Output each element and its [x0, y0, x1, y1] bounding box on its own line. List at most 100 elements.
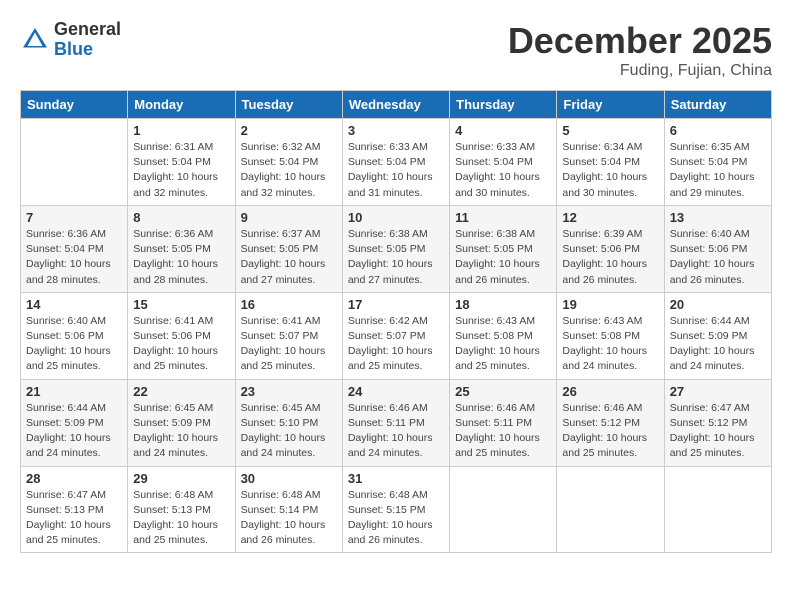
header-day-friday: Friday	[557, 91, 664, 119]
day-info: Sunrise: 6:41 AM Sunset: 5:07 PM Dayligh…	[241, 314, 337, 375]
logo-icon	[20, 25, 50, 55]
month-title: December 2025	[508, 20, 772, 62]
day-info: Sunrise: 6:45 AM Sunset: 5:10 PM Dayligh…	[241, 401, 337, 462]
logo-text: General Blue	[54, 20, 121, 60]
day-info: Sunrise: 6:35 AM Sunset: 5:04 PM Dayligh…	[670, 140, 766, 201]
day-number: 2	[241, 123, 337, 138]
calendar-header: SundayMondayTuesdayWednesdayThursdayFrid…	[21, 91, 772, 119]
day-info: Sunrise: 6:42 AM Sunset: 5:07 PM Dayligh…	[348, 314, 444, 375]
day-number: 30	[241, 471, 337, 486]
calendar-cell: 24 Sunrise: 6:46 AM Sunset: 5:11 PM Dayli…	[342, 379, 449, 466]
day-number: 15	[133, 297, 229, 312]
calendar-cell	[664, 466, 771, 553]
day-number: 28	[26, 471, 122, 486]
calendar-table: SundayMondayTuesdayWednesdayThursdayFrid…	[20, 90, 772, 553]
day-number: 31	[348, 471, 444, 486]
day-number: 25	[455, 384, 551, 399]
day-info: Sunrise: 6:44 AM Sunset: 5:09 PM Dayligh…	[670, 314, 766, 375]
day-info: Sunrise: 6:47 AM Sunset: 5:12 PM Dayligh…	[670, 401, 766, 462]
calendar-cell: 19 Sunrise: 6:43 AM Sunset: 5:08 PM Dayli…	[557, 292, 664, 379]
calendar-cell: 15 Sunrise: 6:41 AM Sunset: 5:06 PM Dayli…	[128, 292, 235, 379]
day-info: Sunrise: 6:43 AM Sunset: 5:08 PM Dayligh…	[562, 314, 658, 375]
calendar-cell	[557, 466, 664, 553]
day-info: Sunrise: 6:38 AM Sunset: 5:05 PM Dayligh…	[348, 227, 444, 288]
day-info: Sunrise: 6:43 AM Sunset: 5:08 PM Dayligh…	[455, 314, 551, 375]
calendar-cell: 8Sunrise: 6:36 AM Sunset: 5:05 PM Daylig…	[128, 205, 235, 292]
calendar-cell: 6 Sunrise: 6:35 AM Sunset: 5:04 PM Daylig…	[664, 119, 771, 206]
day-number: 22	[133, 384, 229, 399]
logo-blue: Blue	[54, 40, 121, 60]
day-number: 5	[562, 123, 658, 138]
header-day-sunday: Sunday	[21, 91, 128, 119]
location-subtitle: Fuding, Fujian, China	[508, 62, 772, 80]
day-info: Sunrise: 6:39 AM Sunset: 5:06 PM Dayligh…	[562, 227, 658, 288]
day-number: 12	[562, 210, 658, 225]
day-number: 1	[133, 123, 229, 138]
day-number: 14	[26, 297, 122, 312]
day-info: Sunrise: 6:48 AM Sunset: 5:14 PM Dayligh…	[241, 488, 337, 549]
day-number: 21	[26, 384, 122, 399]
day-info: Sunrise: 6:47 AM Sunset: 5:13 PM Dayligh…	[26, 488, 122, 549]
calendar-cell: 17 Sunrise: 6:42 AM Sunset: 5:07 PM Dayli…	[342, 292, 449, 379]
day-info: Sunrise: 6:46 AM Sunset: 5:12 PM Dayligh…	[562, 401, 658, 462]
calendar-cell: 18 Sunrise: 6:43 AM Sunset: 5:08 PM Dayli…	[450, 292, 557, 379]
calendar-cell: 13Sunrise: 6:40 AM Sunset: 5:06 PM Dayli…	[664, 205, 771, 292]
calendar-cell: 27 Sunrise: 6:47 AM Sunset: 5:12 PM Dayli…	[664, 379, 771, 466]
day-number: 11	[455, 210, 551, 225]
calendar-cell: 9 Sunrise: 6:37 AM Sunset: 5:05 PM Daylig…	[235, 205, 342, 292]
day-number: 7	[26, 210, 122, 225]
calendar-cell: 30 Sunrise: 6:48 AM Sunset: 5:14 PM Dayli…	[235, 466, 342, 553]
calendar-cell: 7 Sunrise: 6:36 AM Sunset: 5:04 PM Daylig…	[21, 205, 128, 292]
day-number: 29	[133, 471, 229, 486]
day-number: 18	[455, 297, 551, 312]
calendar-cell: 12 Sunrise: 6:39 AM Sunset: 5:06 PM Dayli…	[557, 205, 664, 292]
day-info: Sunrise: 6:46 AM Sunset: 5:11 PM Dayligh…	[348, 401, 444, 462]
calendar-cell	[21, 119, 128, 206]
calendar-cell: 11Sunrise: 6:38 AM Sunset: 5:05 PM Dayli…	[450, 205, 557, 292]
day-info: Sunrise: 6:45 AM Sunset: 5:09 PM Dayligh…	[133, 401, 229, 462]
calendar-cell: 22 Sunrise: 6:45 AM Sunset: 5:09 PM Dayli…	[128, 379, 235, 466]
day-info: Sunrise: 6:33 AM Sunset: 5:04 PM Dayligh…	[455, 140, 551, 201]
calendar-cell: 29 Sunrise: 6:48 AM Sunset: 5:13 PM Dayli…	[128, 466, 235, 553]
day-info: Sunrise: 6:32 AM Sunset: 5:04 PM Dayligh…	[241, 140, 337, 201]
day-info: Sunrise: 6:36 AM Sunset: 5:04 PM Dayligh…	[26, 227, 122, 288]
day-info: Sunrise: 6:44 AM Sunset: 5:09 PM Dayligh…	[26, 401, 122, 462]
calendar-cell: 3Sunrise: 6:33 AM Sunset: 5:04 PM Daylig…	[342, 119, 449, 206]
logo-general: General	[54, 20, 121, 40]
day-info: Sunrise: 6:40 AM Sunset: 5:06 PM Dayligh…	[670, 227, 766, 288]
day-number: 24	[348, 384, 444, 399]
day-info: Sunrise: 6:46 AM Sunset: 5:11 PM Dayligh…	[455, 401, 551, 462]
calendar-cell: 1Sunrise: 6:31 AM Sunset: 5:04 PM Daylig…	[128, 119, 235, 206]
calendar-cell: 10Sunrise: 6:38 AM Sunset: 5:05 PM Dayli…	[342, 205, 449, 292]
week-row-4: 21 Sunrise: 6:44 AM Sunset: 5:09 PM Dayli…	[21, 379, 772, 466]
title-block: December 2025 Fuding, Fujian, China	[508, 20, 772, 80]
day-info: Sunrise: 6:48 AM Sunset: 5:13 PM Dayligh…	[133, 488, 229, 549]
calendar-cell: 26 Sunrise: 6:46 AM Sunset: 5:12 PM Dayli…	[557, 379, 664, 466]
header-row: SundayMondayTuesdayWednesdayThursdayFrid…	[21, 91, 772, 119]
day-number: 20	[670, 297, 766, 312]
day-info: Sunrise: 6:37 AM Sunset: 5:05 PM Dayligh…	[241, 227, 337, 288]
day-number: 4	[455, 123, 551, 138]
day-number: 19	[562, 297, 658, 312]
calendar-cell: 28 Sunrise: 6:47 AM Sunset: 5:13 PM Dayli…	[21, 466, 128, 553]
day-info: Sunrise: 6:41 AM Sunset: 5:06 PM Dayligh…	[133, 314, 229, 375]
day-info: Sunrise: 6:40 AM Sunset: 5:06 PM Dayligh…	[26, 314, 122, 375]
logo: General Blue	[20, 20, 121, 60]
header-day-wednesday: Wednesday	[342, 91, 449, 119]
page-header: General Blue December 2025 Fuding, Fujia…	[20, 20, 772, 80]
calendar-cell: 5Sunrise: 6:34 AM Sunset: 5:04 PM Daylig…	[557, 119, 664, 206]
calendar-cell: 25 Sunrise: 6:46 AM Sunset: 5:11 PM Dayli…	[450, 379, 557, 466]
day-number: 8	[133, 210, 229, 225]
calendar-cell: 16Sunrise: 6:41 AM Sunset: 5:07 PM Dayli…	[235, 292, 342, 379]
day-number: 26	[562, 384, 658, 399]
day-number: 27	[670, 384, 766, 399]
header-day-saturday: Saturday	[664, 91, 771, 119]
calendar-cell: 20 Sunrise: 6:44 AM Sunset: 5:09 PM Dayli…	[664, 292, 771, 379]
calendar-body: 1Sunrise: 6:31 AM Sunset: 5:04 PM Daylig…	[21, 119, 772, 553]
day-number: 23	[241, 384, 337, 399]
day-number: 6	[670, 123, 766, 138]
day-number: 9	[241, 210, 337, 225]
calendar-cell: 14 Sunrise: 6:40 AM Sunset: 5:06 PM Dayli…	[21, 292, 128, 379]
day-number: 17	[348, 297, 444, 312]
week-row-5: 28 Sunrise: 6:47 AM Sunset: 5:13 PM Dayli…	[21, 466, 772, 553]
